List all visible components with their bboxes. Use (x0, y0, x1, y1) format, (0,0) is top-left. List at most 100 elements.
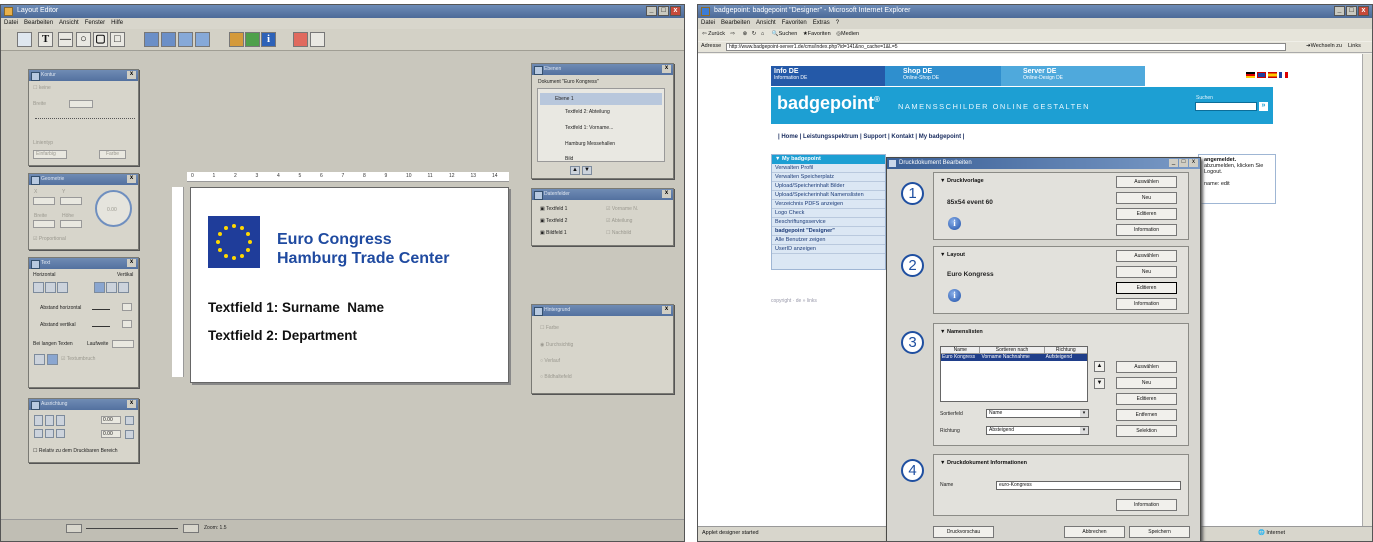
linientyp-select[interactable]: Einfarbig (33, 150, 67, 159)
menu-help[interactable]: ? (836, 20, 839, 27)
kontur-palette-header[interactable]: Kontur x (29, 70, 138, 81)
datafield-check[interactable]: ☐ Nachbild (606, 230, 631, 236)
close-icon[interactable]: x (127, 71, 136, 79)
spacing-field-2[interactable]: 0.00 (101, 430, 121, 438)
bg-option[interactable]: ○ Verlauf (540, 358, 560, 364)
column-header[interactable]: Richtung (1045, 347, 1087, 353)
wrap-text-icon[interactable] (47, 354, 58, 365)
sidebar-item[interactable]: UserID anzeigen (772, 245, 885, 254)
auswaehlen-button[interactable]: Auswählen (1116, 176, 1177, 188)
valign-middle-icon[interactable] (106, 282, 117, 293)
sidebar-item[interactable]: Logo Check (772, 209, 885, 218)
language-flags[interactable] (1246, 72, 1288, 78)
layer-item[interactable]: Textfeld 1: Vorname... (553, 125, 613, 131)
forward-button[interactable]: ⇨ (730, 31, 735, 37)
column-header[interactable]: Sortieren nach (980, 347, 1045, 353)
zoom-in-button[interactable] (183, 524, 199, 533)
layer-item[interactable]: Textfeld 2: Abteilung (553, 109, 610, 115)
back-button[interactable]: ⇦ Zurück (702, 31, 725, 37)
align-left-icon[interactable] (33, 282, 44, 293)
hoehe-field[interactable] (60, 220, 82, 228)
align-objects-right-icon[interactable] (56, 415, 65, 426)
richtung-select[interactable]: Absteigend ▾ (986, 426, 1089, 435)
abstand-vertikal-slider[interactable] (92, 321, 110, 327)
sortierfeld-select[interactable]: Name ▾ (986, 409, 1089, 418)
dialog-maximize-button[interactable]: □ (1179, 159, 1188, 167)
proportional-checkbox[interactable]: ☑ Proportional (33, 236, 66, 242)
go-button[interactable]: ➜Wechseln zu (1306, 43, 1342, 49)
table-row[interactable]: Euro Kongress Vorname Nachnahme Aufsteig… (941, 354, 1087, 361)
entfernen-button[interactable]: Entfernen (1116, 409, 1177, 421)
druckvorschau-button[interactable]: Druckvorschau (933, 526, 994, 538)
image-icon[interactable] (229, 32, 244, 47)
move-up-button[interactable]: ▲ (1094, 361, 1105, 372)
ebenen-palette-header[interactable]: Ebenen x (532, 64, 673, 75)
flag-de-icon[interactable] (1246, 72, 1255, 78)
rounded-rect-tool-icon[interactable]: ▢ (93, 32, 108, 47)
layers-icon[interactable] (195, 32, 210, 47)
dialog-minimize-button[interactable]: _ (1169, 159, 1178, 167)
close-icon[interactable]: x (127, 400, 136, 408)
hintergrund-palette-header[interactable]: Hintergrund x (532, 305, 673, 316)
badge-title[interactable]: Euro Congress (277, 231, 392, 249)
neu-button[interactable]: Neu (1116, 266, 1177, 278)
menu-fenster[interactable]: Fenster (85, 20, 105, 27)
address-input[interactable]: http://www.badgepoint-server1.de/cms/ind… (726, 43, 1286, 51)
close-button[interactable]: x (670, 6, 681, 16)
info-icon[interactable]: i (948, 217, 961, 230)
namenslisten-table[interactable]: Name Sortieren nach Richtung Euro Kongre… (940, 346, 1088, 402)
selektion-button[interactable]: Selektion (1116, 425, 1177, 437)
line-tool-icon[interactable]: — (58, 32, 73, 47)
grid-icon[interactable] (178, 32, 193, 47)
sidebar-item[interactable]: Upload/Speicherinhalt Namenslisten (772, 191, 885, 200)
vertical-scrollbar[interactable] (1362, 54, 1372, 526)
site-search-input[interactable] (1195, 102, 1257, 111)
text-palette-header[interactable]: Text x (29, 258, 138, 269)
abstand-vertikal-field[interactable] (122, 320, 132, 328)
close-icon[interactable]: x (662, 190, 671, 198)
browser-titlebar[interactable]: badgepoint: badgepoint "Designer" - Micr… (698, 5, 1372, 18)
dialog-close-button[interactable]: x (1189, 159, 1198, 167)
align-center-icon[interactable] (45, 282, 56, 293)
site-nav[interactable]: | Home | Leistungsspektrum | Support | K… (778, 134, 964, 140)
badge-subtitle[interactable]: Hamburg Trade Center (277, 250, 449, 268)
bg-option[interactable]: ○ Bildhaltefeld (540, 374, 572, 380)
media-button[interactable]: ◎Medien (836, 31, 859, 37)
site-search-button[interactable]: » (1259, 102, 1268, 111)
close-icon[interactable]: x (662, 65, 671, 73)
neu-button[interactable]: Neu (1116, 377, 1177, 389)
zoom-out-button[interactable] (66, 524, 82, 533)
menu-datei[interactable]: Datei (4, 20, 18, 27)
information-button[interactable]: Information (1116, 224, 1177, 236)
neu-button[interactable]: Neu (1116, 192, 1177, 204)
ausrichtung-palette-header[interactable]: Ausrichtung x (29, 399, 138, 410)
datenfelder-palette-header[interactable]: Datenfelder x (532, 189, 673, 200)
move-up-icon[interactable]: ▲ (570, 166, 580, 175)
refresh-icon[interactable]: ↻ (752, 31, 757, 37)
dialog-titlebar[interactable]: Druckdokument Bearbeiten x □ _ (887, 158, 1200, 169)
preview-icon[interactable] (310, 32, 325, 47)
distribute-icon[interactable] (161, 32, 176, 47)
sidebar-item[interactable]: Verzeichnis PDFS anzeigen (772, 200, 885, 209)
column-header[interactable]: Name (941, 347, 981, 353)
farbe-button[interactable]: Farbe (99, 150, 126, 159)
stop-icon[interactable]: ⊗ (743, 31, 748, 37)
print-icon[interactable] (293, 32, 308, 47)
menu-hilfe[interactable]: Hilfe (111, 20, 123, 27)
textfield-2[interactable]: Textfield 2: Department (208, 328, 357, 343)
site-tab-shop[interactable]: Shop DE Online-Shop DE (885, 66, 1001, 86)
editieren-button[interactable]: Editieren (1116, 393, 1177, 405)
sidebar-item[interactable]: Upload/Speicherinhalt Bilder (772, 182, 885, 191)
close-button[interactable]: x (1358, 6, 1369, 16)
close-icon[interactable]: x (127, 259, 136, 267)
breite-field[interactable] (33, 220, 55, 228)
flag-fr-icon[interactable] (1279, 72, 1288, 78)
information-button[interactable]: Information (1116, 499, 1177, 511)
layer-item[interactable]: Hamburg Messehallen (553, 141, 615, 147)
rect-tool-icon[interactable]: □ (110, 32, 125, 47)
y-field[interactable] (60, 197, 82, 205)
textumbruch-checkbox[interactable]: ☑ Textumbruch (61, 356, 95, 362)
info-icon[interactable]: i (948, 289, 961, 302)
site-tab-server[interactable]: Server DE Online-Design DE (1001, 66, 1145, 86)
menu-extras[interactable]: Extras (813, 20, 830, 27)
